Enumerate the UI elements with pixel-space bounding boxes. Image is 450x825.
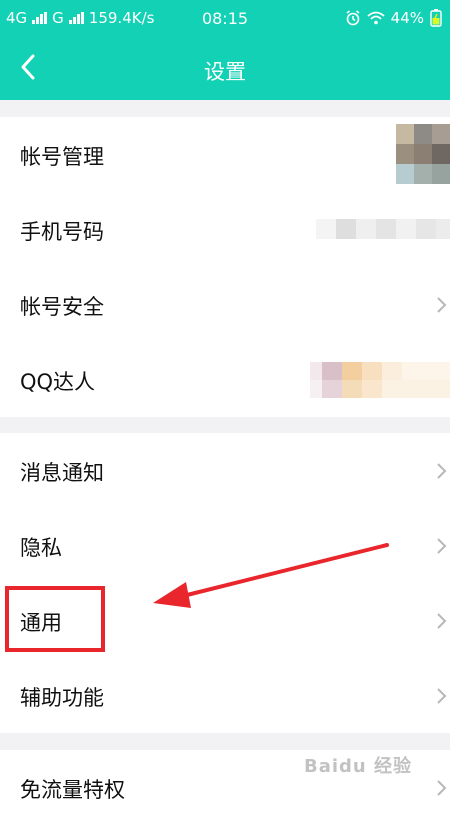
row-label: 辅助功能 [20,686,104,710]
row-label: 帐号安全 [20,295,104,319]
status-bar: 4G G 159.4K/s 08:15 44% [0,0,450,36]
chevron-right-icon [437,688,447,704]
settings-group-general: 消息通知 隐私 通用 辅助功能 [0,433,450,733]
page-title: 设置 [204,60,246,84]
title-bar: 设置 [0,36,450,100]
settings-row-account-management[interactable]: 帐号管理 [0,117,450,192]
settings-row-notifications[interactable]: 消息通知 [0,433,450,508]
settings-row-accessibility[interactable]: 辅助功能 [0,658,450,733]
chevron-right-icon [437,538,447,554]
alarm-icon [346,10,360,26]
settings-group-account: 帐号管理 手机号码 帐号安全 QQ达人 [0,117,450,417]
chevron-right-icon [437,613,447,629]
highlight-box [5,586,105,652]
row-label: 消息通知 [20,461,104,485]
chevron-right-icon [437,297,447,313]
qq-expert-badge [310,362,450,398]
phone-number-value [316,219,450,239]
row-label: 帐号管理 [20,145,104,169]
chevron-right-icon [437,780,447,796]
settings-row-qq-expert[interactable]: QQ达人 [0,342,450,417]
chevron-right-icon [437,463,447,479]
wifi-icon [367,11,385,25]
avatar [396,124,450,184]
battery-icon [430,9,442,27]
status-right: 44% [345,9,442,27]
header: 4G G 159.4K/s 08:15 44% 设置 [0,0,450,100]
row-label: 手机号码 [20,220,104,244]
settings-row-account-security[interactable]: 帐号安全 [0,267,450,342]
row-label: QQ达人 [20,370,96,394]
settings-row-phone-number[interactable]: 手机号码 [0,192,450,267]
row-label: 隐私 [20,536,62,560]
settings-row-privacy[interactable]: 隐私 [0,508,450,583]
watermark: Baidu 经验 [303,756,412,777]
battery-percent: 44% [390,9,424,27]
